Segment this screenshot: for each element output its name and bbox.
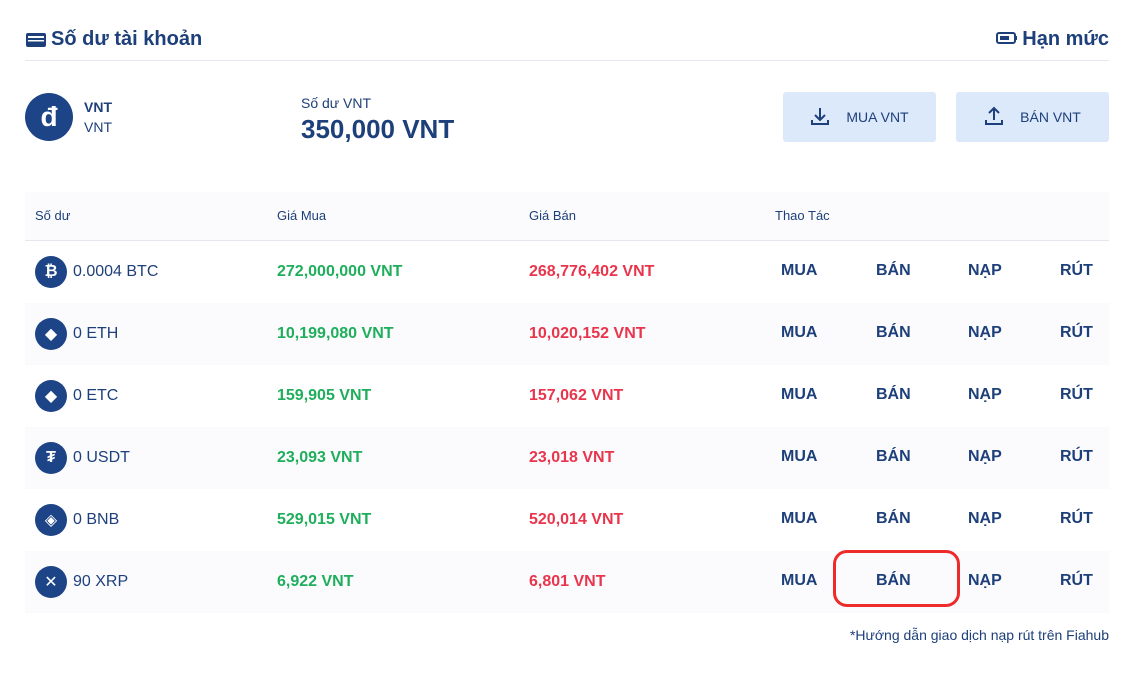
download-icon xyxy=(810,106,830,129)
limit-label: Hạn mức xyxy=(1022,28,1109,50)
table-row: ◆ 0 ETC 159,905 VNT 157,062 VNT MUA BÁN … xyxy=(25,365,1109,427)
buy-price: 159,905 VNT xyxy=(277,387,372,404)
vnt-balance-value: 350,000 VNT xyxy=(301,114,455,144)
buy-price: 6,922 VNT xyxy=(277,573,354,590)
vnt-name: VNT xyxy=(84,99,112,115)
coin-balance: 0.0004 BTC xyxy=(73,263,159,280)
limit-link[interactable]: Hạn mức xyxy=(996,28,1109,51)
sell-button[interactable]: BÁN xyxy=(876,386,911,404)
buy-price: 529,015 VNT xyxy=(277,511,372,528)
wallet-icon xyxy=(25,31,47,49)
buy-button[interactable]: MUA xyxy=(781,572,817,590)
withdraw-button[interactable]: RÚT xyxy=(1060,572,1093,590)
header-sell-price: Giá Bán xyxy=(529,208,576,223)
sell-price: 268,776,402 VNT xyxy=(529,263,655,280)
buy-button[interactable]: MUA xyxy=(781,324,817,342)
sell-button[interactable]: BÁN xyxy=(876,510,911,528)
ethereum-classic-icon: ◆ xyxy=(35,380,67,412)
sell-price: 520,014 VNT xyxy=(529,511,624,528)
coin-balance: 0 BNB xyxy=(73,511,120,528)
header-balance: Số dư xyxy=(35,208,71,223)
buy-button[interactable]: MUA xyxy=(781,448,817,466)
buy-price: 272,000,000 VNT xyxy=(277,263,403,280)
buy-button[interactable]: MUA xyxy=(781,262,817,280)
sell-button[interactable]: BÁN xyxy=(876,448,911,466)
page-title-text: Số dư tài khoản xyxy=(51,28,203,50)
deposit-button[interactable]: NẠP xyxy=(968,448,1002,466)
sell-price: 6,801 VNT xyxy=(529,573,606,590)
ethereum-icon: ◆ xyxy=(35,318,67,350)
sell-vnt-label: BÁN VNT xyxy=(1020,109,1081,125)
page-title: Số dư tài khoản xyxy=(25,28,202,51)
buy-button[interactable]: MUA xyxy=(781,386,817,404)
vnt-summary: đ VNT VNT Số dư VNT 350,000 VNT MUA VNT … xyxy=(25,92,1109,144)
coin-balance: 0 ETH xyxy=(73,325,119,342)
table-row: ₮ 0 USDT 23,093 VNT 23,018 VNT MUA BÁN N… xyxy=(25,427,1109,489)
buy-vnt-button[interactable]: MUA VNT xyxy=(783,92,936,142)
highlight-annotation xyxy=(833,550,960,607)
withdraw-button[interactable]: RÚT xyxy=(1060,386,1093,404)
buy-price: 10,199,080 VNT xyxy=(277,325,394,342)
header-actions: Thao Tác xyxy=(775,208,830,223)
withdraw-button[interactable]: RÚT xyxy=(1060,510,1093,528)
buy-price: 23,093 VNT xyxy=(277,449,363,466)
balance-header: Số dư tài khoản Hạn mức xyxy=(25,28,1109,61)
deposit-button[interactable]: NẠP xyxy=(968,510,1002,528)
deposit-button[interactable]: NẠP xyxy=(968,386,1002,404)
sell-button[interactable]: BÁN xyxy=(876,324,911,342)
vnt-subname: VNT xyxy=(84,119,112,135)
coin-balance: 0 USDT xyxy=(73,449,130,466)
battery-icon xyxy=(996,28,1018,51)
tether-icon: ₮ xyxy=(35,442,67,474)
sell-vnt-button[interactable]: BÁN VNT xyxy=(956,92,1109,142)
table-row: ₿ 0.0004 BTC 272,000,000 VNT 268,776,402… xyxy=(25,241,1109,303)
vnt-balance-label: Số dư VNT xyxy=(301,95,372,111)
deposit-button[interactable]: NẠP xyxy=(968,262,1002,280)
sell-price: 157,062 VNT xyxy=(529,387,624,404)
upload-icon xyxy=(984,106,1004,129)
bnb-icon: ◈ xyxy=(35,504,67,536)
coin-balance: 0 ETC xyxy=(73,387,119,404)
vnt-logo-icon: đ xyxy=(25,93,73,141)
bitcoin-icon: ₿ xyxy=(35,256,67,288)
table-header: Số dư Giá Mua Giá Bán Thao Tác xyxy=(25,192,1109,241)
buy-vnt-label: MUA VNT xyxy=(846,109,909,125)
table-row: ◆ 0 ETH 10,199,080 VNT 10,020,152 VNT MU… xyxy=(25,303,1109,365)
guide-link[interactable]: *Hướng dẫn giao dịch nạp rút trên Fiahub xyxy=(850,627,1109,643)
table-row: ◈ 0 BNB 529,015 VNT 520,014 VNT MUA BÁN … xyxy=(25,489,1109,551)
deposit-button[interactable]: NẠP xyxy=(968,324,1002,342)
xrp-icon: ✕ xyxy=(35,566,67,598)
withdraw-button[interactable]: RÚT xyxy=(1060,324,1093,342)
withdraw-button[interactable]: RÚT xyxy=(1060,262,1093,280)
buy-button[interactable]: MUA xyxy=(781,510,817,528)
deposit-button[interactable]: NẠP xyxy=(968,572,1002,590)
header-buy-price: Giá Mua xyxy=(277,208,327,223)
sell-price: 10,020,152 VNT xyxy=(529,325,646,342)
sell-button[interactable]: BÁN xyxy=(876,262,911,280)
sell-price: 23,018 VNT xyxy=(529,449,615,466)
coin-balance: 90 XRP xyxy=(73,573,129,590)
withdraw-button[interactable]: RÚT xyxy=(1060,448,1093,466)
